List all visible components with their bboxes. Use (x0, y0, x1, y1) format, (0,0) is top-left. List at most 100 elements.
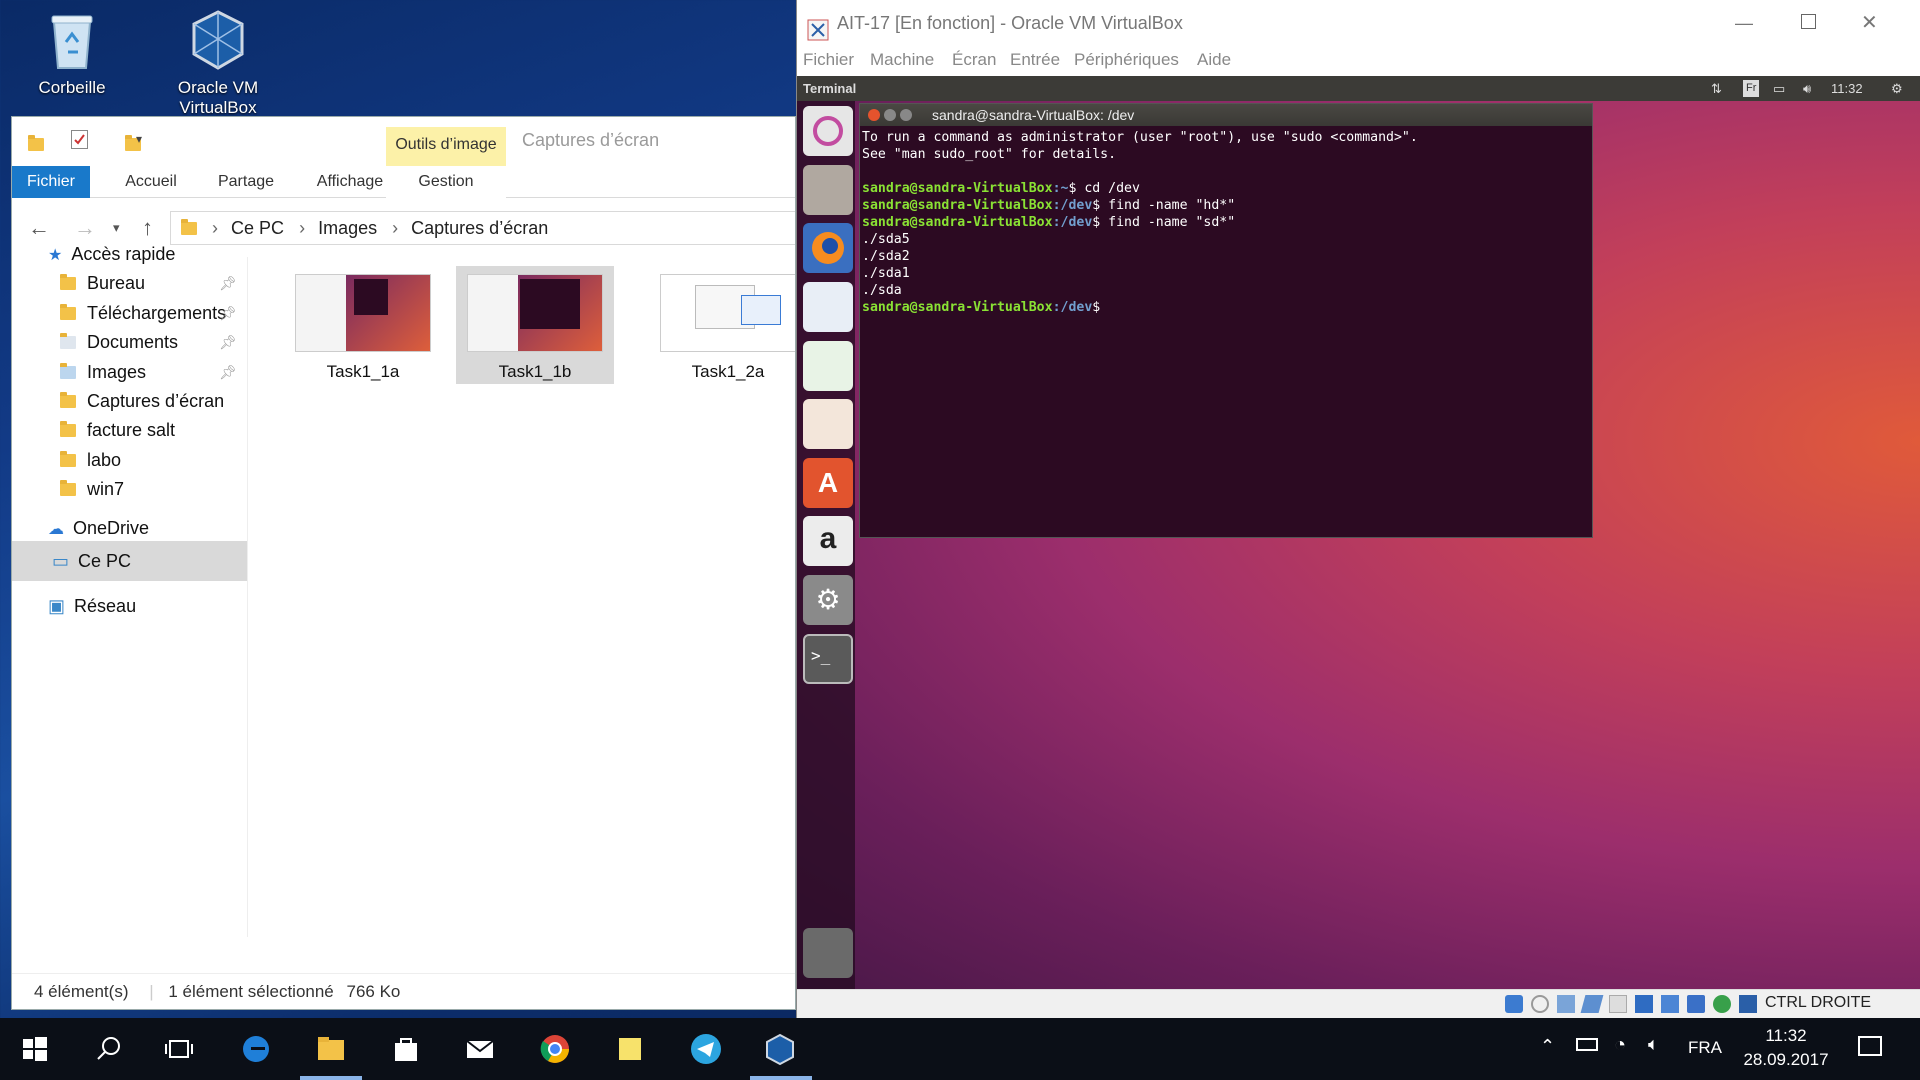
keyboard-layout[interactable]: Fr (1743, 80, 1760, 97)
system-settings-icon[interactable]: ⚙ (803, 575, 853, 625)
file-thumbnail[interactable]: Task1_2a (649, 266, 795, 383)
chevron-up-icon[interactable]: ⌃ (1540, 1036, 1555, 1057)
edge-icon[interactable] (238, 1031, 274, 1067)
terminal-line: ./sda2 (862, 249, 910, 264)
tree-item-label: win7 (87, 479, 125, 499)
network-arrows-icon[interactable]: ⇅ (1711, 76, 1722, 101)
software-center-icon[interactable]: A (803, 458, 853, 508)
ubuntu-dash-icon[interactable] (803, 106, 853, 156)
volume-muted-icon[interactable]: 🔈︎ (1648, 1034, 1659, 1055)
file-explorer-taskbar-icon[interactable] (313, 1031, 349, 1067)
volume-icon[interactable]: 🔊︎ (1803, 76, 1811, 101)
menu-aide[interactable]: Aide (1197, 50, 1231, 70)
terminal-line: sandra@sandra-VirtualBox:/dev$ find -nam… (862, 215, 1236, 230)
close-icon[interactable] (868, 109, 880, 121)
task-view-icon[interactable] (161, 1031, 197, 1067)
file-thumbnail[interactable]: Task1_1a (284, 266, 442, 383)
title-bar: AIT-17 [En fonction] - Oracle VM Virtual… (797, 0, 1920, 46)
chevron-down-icon[interactable]: ▾ (136, 132, 142, 146)
tree-item-documents[interactable]: Documents 📌︎ (60, 325, 295, 359)
network-icon: ▣ (48, 596, 66, 616)
tab-accueil[interactable]: Accueil (108, 166, 194, 198)
maximize-icon[interactable] (900, 109, 912, 121)
telegram-icon[interactable] (688, 1031, 724, 1067)
menu-ecran[interactable]: Écran (952, 50, 996, 70)
trash-icon[interactable] (803, 928, 853, 978)
folder-icon (60, 392, 76, 408)
impress-icon[interactable] (803, 399, 853, 449)
download-folder-icon (60, 304, 76, 320)
guest-display[interactable]: Terminal ⇅ Fr ▭ 🔊︎ 11:32 ⚙ A a ⚙ >_ sand… (797, 76, 1920, 989)
breadcrumb-images[interactable]: Images (318, 218, 377, 238)
terminal-window[interactable]: sandra@sandra-VirtualBox: /dev To run a … (859, 103, 1593, 538)
recycle-bin-icon (44, 8, 100, 72)
amazon-icon[interactable]: a (803, 516, 853, 566)
gear-icon[interactable]: ⚙ (1891, 76, 1903, 101)
battery-icon[interactable]: ▭ (1773, 76, 1785, 101)
chrome-icon[interactable] (537, 1031, 573, 1067)
desktop-icon-label: Oracle VM VirtualBox (177, 78, 259, 117)
tab-partage[interactable]: Partage (202, 166, 290, 198)
mail-icon[interactable] (462, 1031, 498, 1067)
optical-drive-icon[interactable] (1531, 995, 1549, 1013)
calc-icon[interactable] (803, 341, 853, 391)
usb-icon[interactable] (1609, 995, 1627, 1013)
guest-additions-icon[interactable] (1713, 995, 1731, 1013)
terminal-title-bar: sandra@sandra-VirtualBox: /dev (860, 104, 1592, 126)
language-indicator[interactable]: FRA (1688, 1038, 1722, 1058)
maximize-icon[interactable] (1801, 14, 1816, 29)
window-title: AIT-17 [En fonction] - Oracle VM Virtual… (837, 13, 1183, 33)
writer-icon[interactable] (803, 282, 853, 332)
firefox-icon[interactable] (803, 223, 853, 273)
virtualbox-app-icon (807, 12, 829, 41)
sticky-notes-icon[interactable] (612, 1031, 648, 1067)
tree-item-bureau[interactable]: Bureau 📌︎ (60, 266, 295, 300)
display-icon[interactable] (1661, 995, 1679, 1013)
audio-icon[interactable] (1557, 995, 1575, 1013)
tab-fichier[interactable]: Fichier (12, 166, 90, 198)
star-icon: ★ (48, 247, 63, 264)
battery-icon[interactable] (1576, 1038, 1598, 1051)
tree-ce-pc[interactable]: ▭ Ce PC (12, 541, 247, 581)
mouse-integration-icon[interactable] (1739, 995, 1757, 1013)
file-thumbnail-selected[interactable]: Task1_1b (456, 266, 614, 384)
capture-icon[interactable] (1687, 995, 1705, 1013)
terminal-output[interactable]: To run a command as administrator (user … (860, 126, 1592, 319)
clock[interactable]: 11:32 (1831, 76, 1863, 101)
terminal-line: sandra@sandra-VirtualBox:/dev$ find -nam… (862, 198, 1236, 213)
minimize-icon[interactable] (884, 109, 896, 121)
tree-item-label: Images (87, 362, 147, 382)
shared-folders-icon[interactable] (1635, 995, 1653, 1013)
thumbnail-image (467, 274, 603, 352)
desktop-icon-recycle-bin[interactable]: Corbeille (22, 8, 122, 98)
menu-machine[interactable]: Machine (870, 50, 934, 70)
close-icon[interactable]: ✕ (1861, 0, 1878, 46)
terminal-line: ./sda5 (862, 232, 910, 247)
menu-entree[interactable]: Entrée (1010, 50, 1060, 70)
menu-fichier[interactable]: Fichier (803, 50, 854, 70)
tree-item-win7[interactable]: win7 (60, 472, 295, 506)
tree-item-facture-salt[interactable]: facture salt (60, 413, 295, 447)
action-center-icon[interactable] (1858, 1036, 1882, 1056)
hard-disk-icon[interactable] (1505, 995, 1523, 1013)
breadcrumb-separator-icon: › (392, 218, 399, 238)
terminal-line: ./sda (862, 283, 902, 298)
terminal-icon[interactable]: >_ (803, 634, 853, 684)
tree-onedrive-label: OneDrive (73, 518, 150, 538)
breadcrumb-captures[interactable]: Captures d’écran (411, 218, 548, 238)
network-adapter-icon[interactable] (1580, 995, 1604, 1013)
files-icon[interactable] (803, 165, 853, 215)
vbox-status-bar: CTRL DROITE (797, 989, 1920, 1018)
taskbar-clock[interactable]: 11:32 28.09.2017 (1736, 1024, 1836, 1072)
wifi-icon[interactable]: ◔ (1614, 1034, 1626, 1057)
store-icon[interactable] (388, 1031, 424, 1067)
virtualbox-taskbar-icon[interactable] (762, 1031, 798, 1067)
search-icon[interactable] (91, 1031, 127, 1067)
tab-gestion[interactable]: Gestion (386, 166, 506, 198)
minimize-icon[interactable]: — (1735, 0, 1753, 46)
properties-icon[interactable] (71, 130, 88, 149)
selection-info: 1 élément sélectionné (168, 982, 334, 1001)
menu-peripheriques[interactable]: Périphériques (1074, 50, 1179, 70)
windows-start-icon[interactable] (17, 1031, 53, 1067)
desktop-icon-virtualbox[interactable]: Oracle VM VirtualBox (168, 8, 268, 120)
